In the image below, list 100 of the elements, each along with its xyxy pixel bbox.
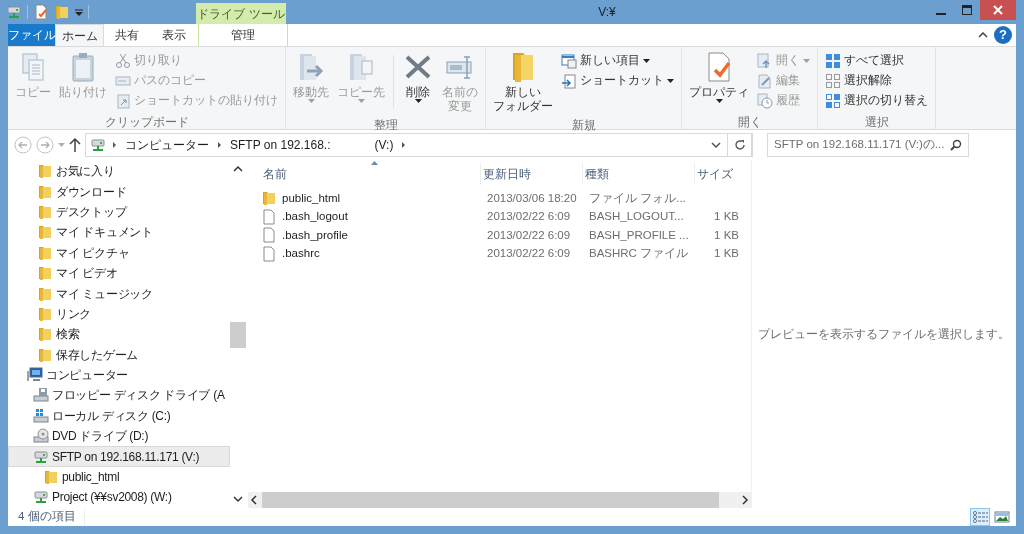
- tree-item[interactable]: お気に入り: [8, 161, 230, 182]
- view-button[interactable]: [992, 508, 1012, 526]
- details-view-icon: [972, 509, 988, 525]
- file-name[interactable]: public_html: [282, 189, 341, 207]
- column-header[interactable]: サイズ: [695, 163, 741, 185]
- ribbon-button[interactable]: 新しい フォルダー: [490, 49, 556, 116]
- breadcrumb[interactable]: コンピューター: [123, 136, 211, 154]
- invert-selection-icon: [825, 93, 841, 109]
- tree-item[interactable]: DVD ドライブ (D:): [8, 426, 230, 447]
- up-arrow-icon: [69, 138, 81, 152]
- folder-icon: [43, 469, 59, 486]
- scrollbar-thumb[interactable]: [230, 322, 246, 348]
- dvd-drive-icon: [33, 428, 49, 445]
- refresh-icon: [733, 139, 746, 151]
- dropdown-icon[interactable]: [75, 8, 83, 16]
- table-cell-text: ファイル フォル...: [588, 190, 687, 206]
- scroll-up-icon[interactable]: [233, 164, 243, 174]
- tree-item[interactable]: フロッピー ディスク ドライブ (A: [8, 385, 230, 406]
- file-name[interactable]: .bash_logout: [282, 208, 348, 226]
- network-drive-icon: [6, 4, 22, 20]
- file-icon: [261, 208, 277, 225]
- ribbon-button[interactable]: プロパティ: [686, 49, 752, 108]
- edit-icon: [757, 73, 773, 89]
- ribbon-tab[interactable]: 管理: [198, 24, 288, 46]
- search-icon[interactable]: [950, 139, 962, 151]
- table-cell-text: 2013/02/22 6:09: [486, 246, 572, 262]
- breadcrumb[interactable]: SFTP on 192.168.: (V:): [228, 136, 396, 154]
- tree-item[interactable]: マイ ピクチャ: [8, 242, 230, 263]
- tree-item[interactable]: マイ ドキュメント: [8, 222, 230, 243]
- preview-message: プレビューを表示するファイルを選択します。: [758, 326, 1010, 343]
- table-cell-text: 2013/02/22 6:09: [486, 209, 572, 225]
- table-cell-text: BASHRC ファイル: [588, 246, 690, 262]
- folder-icon: [37, 285, 53, 302]
- folder-icon: [37, 183, 53, 200]
- file-menu-tab[interactable]: ファイル: [8, 24, 55, 46]
- view-button[interactable]: [970, 508, 990, 526]
- search-field[interactable]: SFTP on 192.168.11.171 (V:)の...: [767, 133, 969, 157]
- folder-icon: [37, 163, 53, 180]
- context-tab-header: ドライブ ツール: [196, 3, 286, 24]
- folder-icon: [37, 224, 53, 241]
- ribbon-button[interactable]: 選択の切り替え: [822, 91, 931, 111]
- network-drive-icon: [33, 448, 49, 465]
- back-icon: [14, 136, 32, 154]
- group-label: 選択: [863, 114, 890, 129]
- folder-icon: [37, 305, 53, 322]
- chevron-icon[interactable]: [401, 141, 407, 149]
- new-item-icon: [561, 53, 577, 69]
- file-name[interactable]: .bash_profile: [282, 226, 348, 244]
- shortcut-icon: [115, 93, 131, 109]
- column-header[interactable]: 更新日時: [481, 163, 583, 185]
- folder-icon: [37, 346, 53, 363]
- refresh-button[interactable]: [727, 133, 752, 157]
- history-icon: [757, 93, 773, 109]
- tree-item[interactable]: ローカル ディスク (C:): [8, 405, 230, 427]
- select-none-icon: [825, 73, 841, 89]
- scroll-down-icon[interactable]: [233, 494, 243, 504]
- scissors-icon: [115, 53, 131, 69]
- tree-item[interactable]: マイ ビデオ: [8, 262, 230, 284]
- help-button[interactable]: ?: [994, 26, 1012, 44]
- chevron-icon[interactable]: [217, 141, 222, 149]
- table-cell-text: 1 KB: [713, 246, 740, 262]
- network-drive-icon: [33, 489, 49, 506]
- window-title: V:¥: [598, 4, 616, 21]
- tree-item[interactable]: デスクトップ: [8, 201, 230, 223]
- close-button[interactable]: [980, 0, 1016, 20]
- file-name[interactable]: .bashrc: [282, 245, 320, 263]
- file-icon: [261, 245, 277, 262]
- ribbon-button[interactable]: 新しい項目: [558, 51, 677, 71]
- tree-item[interactable]: SFTP on 192.168.11.171 (V:): [8, 446, 230, 467]
- ribbon-button[interactable]: すべて選択: [822, 51, 931, 71]
- address-bar[interactable]: コンピューター SFTP on 192.168.: (V:): [85, 133, 753, 157]
- tree-item[interactable]: リンク: [8, 303, 230, 325]
- column-header[interactable]: 名前: [261, 163, 481, 185]
- tree-item[interactable]: コンピューター: [8, 364, 230, 386]
- tree-item[interactable]: 検索: [8, 324, 230, 345]
- tree-item[interactable]: 保存したゲーム: [8, 344, 230, 365]
- ribbon-button[interactable]: ショートカット: [558, 71, 677, 91]
- select-all-icon: [825, 53, 841, 69]
- network-drive-icon: [90, 137, 106, 153]
- tree-item[interactable]: public_html: [8, 466, 230, 488]
- maximize-icon: [962, 5, 972, 15]
- tree-item[interactable]: マイ ミュージック: [8, 283, 230, 304]
- tree-item[interactable]: ダウンロード: [8, 181, 230, 202]
- up-button[interactable]: [69, 138, 81, 152]
- ribbon-tab[interactable]: ホーム: [55, 24, 104, 46]
- group-label: 開く: [736, 114, 763, 129]
- tree-item[interactable]: Project (¥¥sv2008) (W:): [8, 487, 230, 508]
- local-disk-icon: [33, 407, 49, 424]
- table-cell-text: BASH_LOGOUT...: [588, 209, 685, 225]
- collapse-ribbon-icon[interactable]: [978, 32, 988, 38]
- chevron-icon[interactable]: [112, 141, 117, 149]
- column-header[interactable]: 種類: [583, 163, 695, 185]
- table-cell-text: 2013/03/06 18:20: [486, 190, 578, 206]
- table-cell-text: 1 KB: [713, 227, 740, 243]
- address-dropdown-icon[interactable]: [711, 142, 721, 148]
- ribbon-button[interactable]: 選択解除: [822, 71, 931, 91]
- folder-icon: [54, 4, 70, 20]
- floppy-drive-icon: [33, 387, 49, 404]
- ribbon-button[interactable]: 削除: [399, 49, 437, 108]
- shortcut-icon: [561, 73, 577, 89]
